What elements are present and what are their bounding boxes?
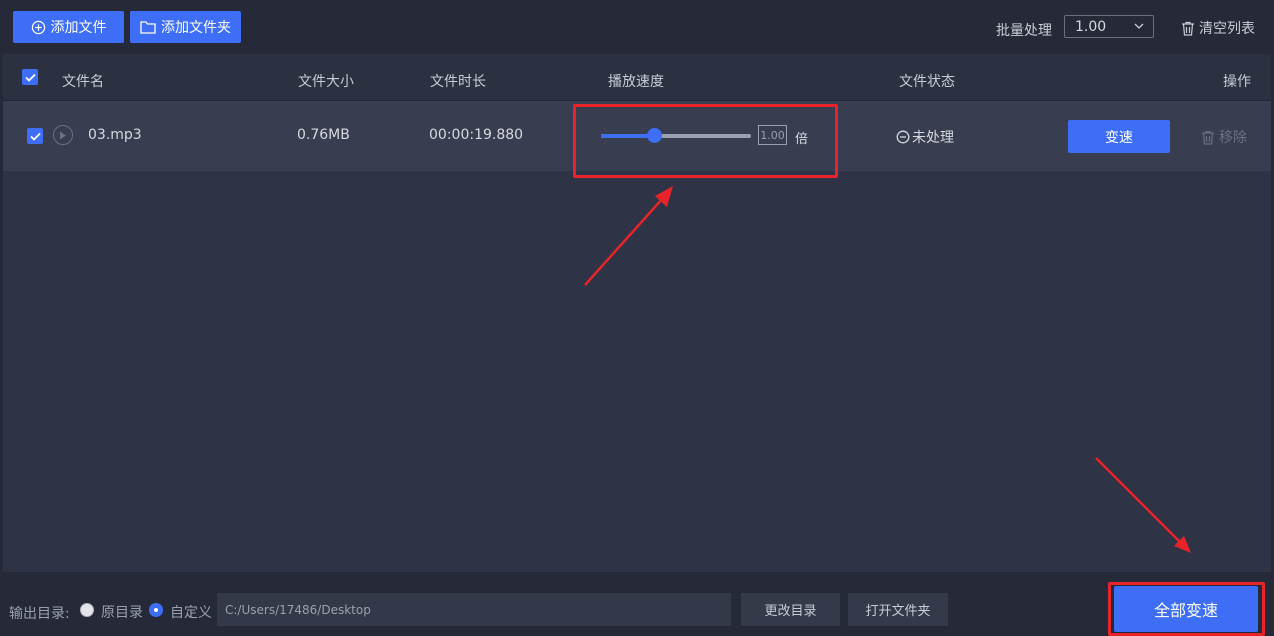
add-folder-button[interactable]: 添加文件夹 (130, 11, 241, 43)
add-file-button[interactable]: 添加文件 (13, 11, 124, 43)
check-icon (29, 132, 41, 141)
header-file-size: 文件大小 (298, 74, 354, 90)
convert-button[interactable]: 变速 (1068, 120, 1170, 153)
row-status: 未处理 (896, 127, 954, 147)
trash-icon (1201, 130, 1215, 145)
row-file-size: 0.76MB (297, 127, 350, 143)
plus-circle-icon (31, 20, 46, 35)
radio-original-dir[interactable] (80, 603, 94, 617)
radio-original-label[interactable]: 原目录 (101, 602, 143, 622)
minus-circle-icon (896, 130, 910, 144)
change-dir-button[interactable]: 更改目录 (741, 593, 840, 626)
convert-label: 变速 (1105, 129, 1133, 146)
output-dir-label: 输出目录: (9, 606, 70, 622)
row-file-name: 03.mp3 (88, 127, 142, 143)
row-checkbox[interactable] (27, 128, 43, 144)
clear-list-label: 清空列表 (1199, 21, 1255, 37)
header-play-speed: 播放速度 (608, 74, 664, 90)
row-file-duration: 00:00:19.880 (429, 127, 524, 143)
arrow-annotation-convert-all (1095, 457, 1191, 553)
batch-speed-value: 1.00 (1075, 18, 1107, 35)
toolbar: 添加文件 添加文件夹 批量处理 1.00 清空列表 (0, 0, 1274, 54)
batch-speed-select[interactable]: 1.00 (1064, 15, 1154, 38)
table-header: 文件名 文件大小 文件时长 播放速度 文件状态 操作 (3, 54, 1271, 101)
header-file-status: 文件状态 (899, 74, 955, 90)
add-folder-label: 添加文件夹 (161, 20, 231, 36)
select-all-checkbox[interactable] (22, 69, 38, 85)
change-dir-label: 更改目录 (764, 604, 817, 619)
remove-label: 移除 (1219, 130, 1247, 146)
header-file-name: 文件名 (62, 74, 104, 90)
output-path-input[interactable] (217, 593, 731, 626)
radio-custom-dir[interactable] (149, 603, 163, 617)
header-action: 操作 (1223, 74, 1251, 90)
check-icon (24, 73, 36, 82)
play-icon[interactable] (53, 125, 73, 145)
open-folder-button[interactable]: 打开文件夹 (848, 593, 948, 626)
header-file-duration: 文件时长 (430, 74, 486, 90)
add-file-label: 添加文件 (50, 20, 107, 36)
open-folder-label: 打开文件夹 (865, 604, 931, 619)
batch-label: 批量处理 (996, 23, 1052, 39)
arrow-annotation-speed (584, 186, 673, 286)
trash-icon (1181, 21, 1195, 36)
status-text: 未处理 (912, 130, 954, 146)
convert-all-highlight-box (1108, 582, 1265, 636)
speed-highlight-box (573, 104, 838, 178)
chevron-down-icon (1133, 20, 1145, 36)
folder-icon (140, 20, 156, 34)
remove-button[interactable]: 移除 (1201, 127, 1247, 147)
clear-list-button[interactable]: 清空列表 (1181, 18, 1255, 38)
output-footer: 输出目录: 原目录 自定义 更改目录 打开文件夹 全部变速 (0, 572, 1274, 636)
radio-custom-label[interactable]: 自定义 (170, 602, 212, 622)
